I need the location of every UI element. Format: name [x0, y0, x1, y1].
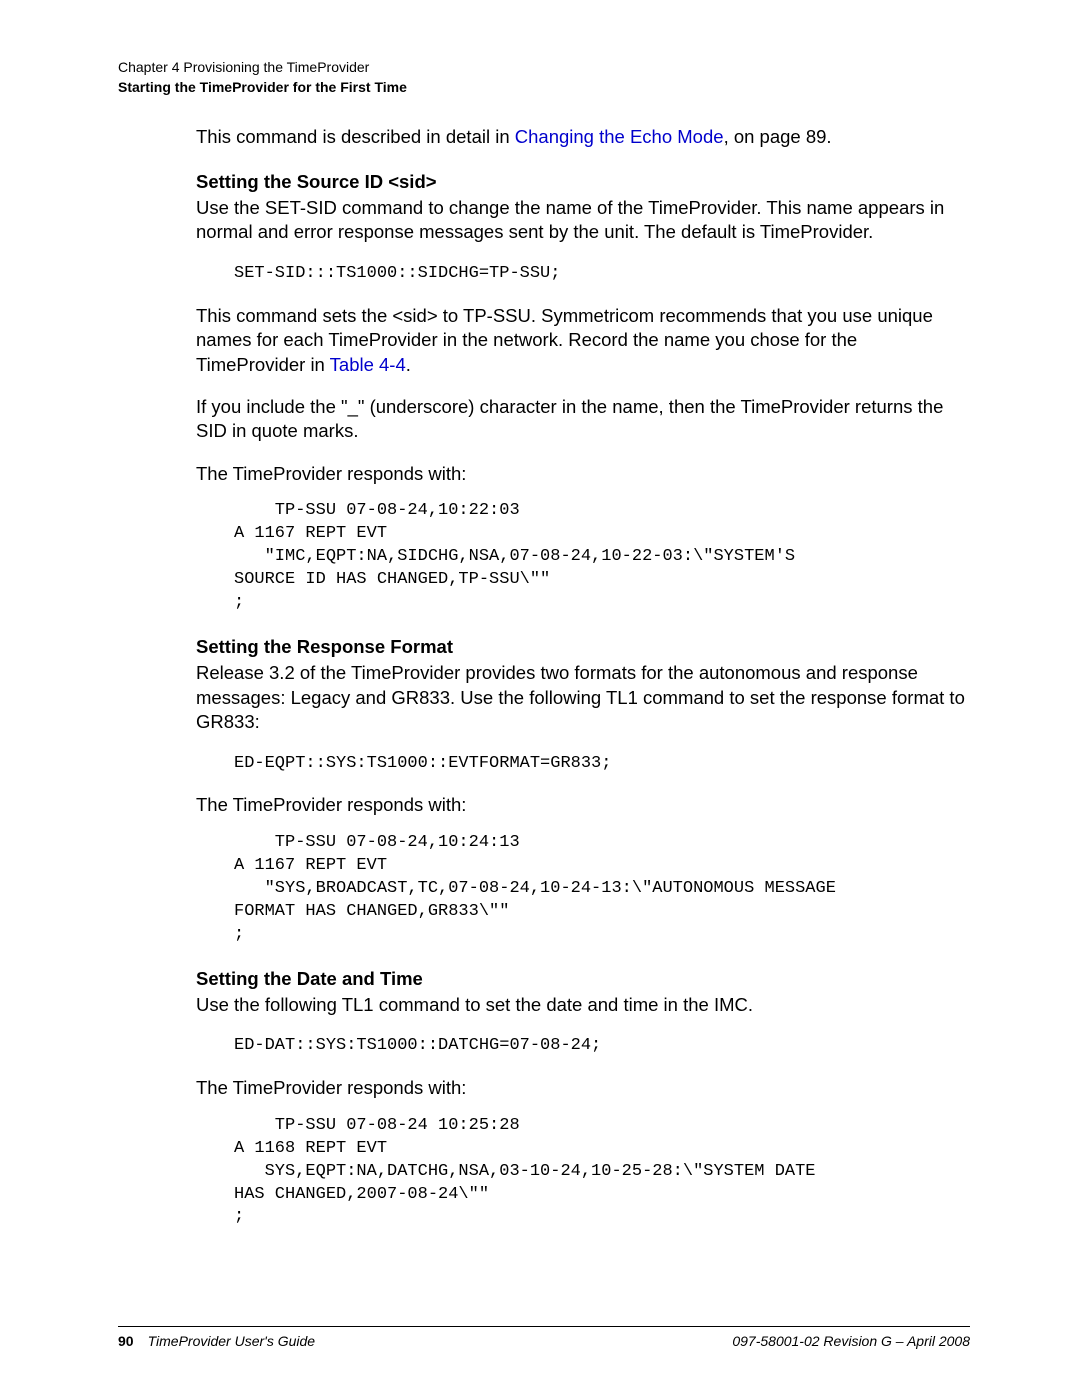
section-label: Starting the TimeProvider for the First …: [118, 78, 970, 98]
footer-docid: 097-58001-02 Revision G – April 2008: [732, 1333, 970, 1349]
code-ed-dat: ED-DAT::SYS:TS1000::DATCHG=07-08-24;: [234, 1035, 970, 1058]
heading-date-time: Setting the Date and Time: [196, 967, 970, 991]
para-response-format: Release 3.2 of the TimeProvider provides…: [196, 661, 970, 734]
para-responds-1: The TimeProvider responds with:: [196, 462, 970, 486]
heading-response-format: Setting the Response Format: [196, 635, 970, 659]
code-set-sid: SET-SID:::TS1000::SIDCHG=TP-SSU;: [234, 263, 970, 286]
page-footer: 90 TimeProvider User's Guide 097-58001-0…: [118, 1326, 970, 1349]
footer-title: TimeProvider User's Guide: [148, 1333, 316, 1349]
sid-note-a: This command sets the <sid> to TP-SSU. S…: [196, 305, 933, 375]
para-responds-2: The TimeProvider responds with:: [196, 793, 970, 817]
footer-left: 90 TimeProvider User's Guide: [118, 1333, 315, 1349]
code-response-1: TP-SSU 07-08-24,10:22:03 A 1167 REPT EVT…: [234, 500, 970, 615]
para-responds-3: The TimeProvider responds with:: [196, 1076, 970, 1100]
footer-line: 90 TimeProvider User's Guide 097-58001-0…: [118, 1326, 970, 1349]
page-number: 90: [118, 1333, 134, 1349]
para-sid-note: This command sets the <sid> to TP-SSU. S…: [196, 304, 970, 377]
intro-text2: , on page 89.: [724, 126, 832, 147]
chapter-label: Chapter 4 Provisioning the TimeProvider: [118, 58, 970, 78]
link-changing-echo-mode[interactable]: Changing the Echo Mode: [515, 126, 724, 147]
code-response-2: TP-SSU 07-08-24,10:24:13 A 1167 REPT EVT…: [234, 832, 970, 947]
para-set-sid: Use the SET-SID command to change the na…: [196, 196, 970, 245]
sid-note-b: .: [406, 354, 411, 375]
para-date-time: Use the following TL1 command to set the…: [196, 993, 970, 1017]
main-content: This command is described in detail in C…: [196, 125, 970, 1229]
code-response-3: TP-SSU 07-08-24 10:25:28 A 1168 REPT EVT…: [234, 1115, 970, 1230]
intro-text1: This command is described in detail in: [196, 126, 515, 147]
intro-paragraph: This command is described in detail in C…: [196, 125, 970, 149]
link-table-4-4[interactable]: Table 4-4: [330, 354, 406, 375]
code-ed-eqpt: ED-EQPT::SYS:TS1000::EVTFORMAT=GR833;: [234, 753, 970, 776]
heading-source-id: Setting the Source ID <sid>: [196, 170, 970, 194]
para-underscore-note: If you include the "_" (underscore) char…: [196, 395, 970, 444]
page-header: Chapter 4 Provisioning the TimeProvider …: [118, 58, 970, 97]
